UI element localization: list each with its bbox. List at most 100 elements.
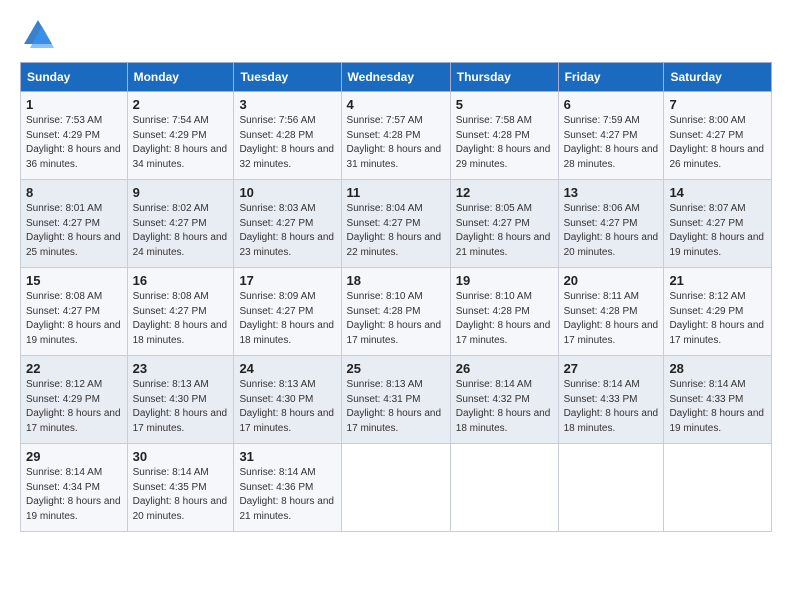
sunrise-label: Sunrise: 8:12 AM [26, 379, 102, 390]
day-info: Sunrise: 8:06 AM Sunset: 4:27 PM Dayligh… [564, 202, 659, 260]
sunrise-label: Sunrise: 8:14 AM [239, 467, 315, 478]
daylight-label: Daylight: 8 hours and 21 minutes. [456, 232, 551, 258]
day-info: Sunrise: 8:14 AM Sunset: 4:36 PM Dayligh… [239, 466, 335, 524]
day-info: Sunrise: 8:14 AM Sunset: 4:35 PM Dayligh… [133, 466, 229, 524]
daylight-label: Daylight: 8 hours and 17 minutes. [347, 320, 442, 346]
day-info: Sunrise: 7:58 AM Sunset: 4:28 PM Dayligh… [456, 114, 553, 172]
day-number: 5 [456, 97, 553, 112]
col-header-wednesday: Wednesday [341, 63, 450, 92]
sunrise-label: Sunrise: 8:14 AM [133, 467, 209, 478]
sunset-label: Sunset: 4:27 PM [133, 218, 207, 229]
daylight-label: Daylight: 8 hours and 24 minutes. [133, 232, 228, 258]
sunrise-label: Sunrise: 8:04 AM [347, 203, 423, 214]
sunrise-label: Sunrise: 8:06 AM [564, 203, 640, 214]
day-info: Sunrise: 8:08 AM Sunset: 4:27 PM Dayligh… [26, 290, 122, 348]
day-info: Sunrise: 8:10 AM Sunset: 4:28 PM Dayligh… [347, 290, 445, 348]
sunrise-label: Sunrise: 8:08 AM [26, 291, 102, 302]
day-info: Sunrise: 7:56 AM Sunset: 4:28 PM Dayligh… [239, 114, 335, 172]
day-info: Sunrise: 8:09 AM Sunset: 4:27 PM Dayligh… [239, 290, 335, 348]
day-number: 15 [26, 273, 122, 288]
day-info: Sunrise: 8:04 AM Sunset: 4:27 PM Dayligh… [347, 202, 445, 260]
day-info: Sunrise: 7:54 AM Sunset: 4:29 PM Dayligh… [133, 114, 229, 172]
sunrise-label: Sunrise: 8:08 AM [133, 291, 209, 302]
sunset-label: Sunset: 4:28 PM [564, 306, 638, 317]
calendar-week-4: 22 Sunrise: 8:12 AM Sunset: 4:29 PM Dayl… [21, 356, 772, 444]
calendar-cell: 4 Sunrise: 7:57 AM Sunset: 4:28 PM Dayli… [341, 92, 450, 180]
day-number: 25 [347, 361, 445, 376]
daylight-label: Daylight: 8 hours and 19 minutes. [26, 320, 121, 346]
sunset-label: Sunset: 4:27 PM [347, 218, 421, 229]
daylight-label: Daylight: 8 hours and 29 minutes. [456, 144, 551, 170]
day-info: Sunrise: 7:53 AM Sunset: 4:29 PM Dayligh… [26, 114, 122, 172]
calendar-cell: 23 Sunrise: 8:13 AM Sunset: 4:30 PM Dayl… [127, 356, 234, 444]
sunset-label: Sunset: 4:28 PM [347, 130, 421, 141]
daylight-label: Daylight: 8 hours and 20 minutes. [133, 496, 228, 522]
day-number: 3 [239, 97, 335, 112]
sunset-label: Sunset: 4:34 PM [26, 482, 100, 493]
sunset-label: Sunset: 4:27 PM [564, 218, 638, 229]
sunset-label: Sunset: 4:29 PM [26, 130, 100, 141]
day-info: Sunrise: 8:00 AM Sunset: 4:27 PM Dayligh… [669, 114, 766, 172]
day-number: 2 [133, 97, 229, 112]
day-number: 21 [669, 273, 766, 288]
day-number: 28 [669, 361, 766, 376]
sunrise-label: Sunrise: 7:58 AM [456, 115, 532, 126]
calendar-cell: 24 Sunrise: 8:13 AM Sunset: 4:30 PM Dayl… [234, 356, 341, 444]
sunrise-label: Sunrise: 8:00 AM [669, 115, 745, 126]
day-number: 8 [26, 185, 122, 200]
sunrise-label: Sunrise: 8:14 AM [564, 379, 640, 390]
day-number: 1 [26, 97, 122, 112]
sunset-label: Sunset: 4:35 PM [133, 482, 207, 493]
daylight-label: Daylight: 8 hours and 17 minutes. [239, 408, 334, 434]
calendar-table: SundayMondayTuesdayWednesdayThursdayFrid… [20, 62, 772, 532]
sunset-label: Sunset: 4:27 PM [26, 218, 100, 229]
sunset-label: Sunset: 4:33 PM [564, 394, 638, 405]
daylight-label: Daylight: 8 hours and 17 minutes. [347, 408, 442, 434]
sunrise-label: Sunrise: 8:05 AM [456, 203, 532, 214]
calendar-cell: 27 Sunrise: 8:14 AM Sunset: 4:33 PM Dayl… [558, 356, 664, 444]
calendar-week-2: 8 Sunrise: 8:01 AM Sunset: 4:27 PM Dayli… [21, 180, 772, 268]
sunset-label: Sunset: 4:33 PM [669, 394, 743, 405]
sunrise-label: Sunrise: 7:56 AM [239, 115, 315, 126]
calendar-cell: 30 Sunrise: 8:14 AM Sunset: 4:35 PM Dayl… [127, 444, 234, 532]
daylight-label: Daylight: 8 hours and 18 minutes. [456, 408, 551, 434]
col-header-sunday: Sunday [21, 63, 128, 92]
col-header-thursday: Thursday [450, 63, 558, 92]
calendar-cell: 5 Sunrise: 7:58 AM Sunset: 4:28 PM Dayli… [450, 92, 558, 180]
day-number: 14 [669, 185, 766, 200]
calendar-header-row: SundayMondayTuesdayWednesdayThursdayFrid… [21, 63, 772, 92]
sunrise-label: Sunrise: 8:13 AM [239, 379, 315, 390]
sunrise-label: Sunrise: 8:10 AM [347, 291, 423, 302]
sunrise-label: Sunrise: 8:03 AM [239, 203, 315, 214]
day-info: Sunrise: 7:59 AM Sunset: 4:27 PM Dayligh… [564, 114, 659, 172]
calendar-cell: 21 Sunrise: 8:12 AM Sunset: 4:29 PM Dayl… [664, 268, 772, 356]
daylight-label: Daylight: 8 hours and 23 minutes. [239, 232, 334, 258]
day-number: 9 [133, 185, 229, 200]
calendar-cell: 7 Sunrise: 8:00 AM Sunset: 4:27 PM Dayli… [664, 92, 772, 180]
calendar-cell [341, 444, 450, 532]
sunrise-label: Sunrise: 7:59 AM [564, 115, 640, 126]
day-number: 20 [564, 273, 659, 288]
day-info: Sunrise: 8:13 AM Sunset: 4:30 PM Dayligh… [133, 378, 229, 436]
sunrise-label: Sunrise: 8:01 AM [26, 203, 102, 214]
sunset-label: Sunset: 4:27 PM [133, 306, 207, 317]
sunrise-label: Sunrise: 8:14 AM [669, 379, 745, 390]
daylight-label: Daylight: 8 hours and 28 minutes. [564, 144, 659, 170]
sunset-label: Sunset: 4:27 PM [669, 218, 743, 229]
calendar-cell: 16 Sunrise: 8:08 AM Sunset: 4:27 PM Dayl… [127, 268, 234, 356]
day-info: Sunrise: 8:13 AM Sunset: 4:30 PM Dayligh… [239, 378, 335, 436]
day-info: Sunrise: 8:02 AM Sunset: 4:27 PM Dayligh… [133, 202, 229, 260]
calendar-cell: 17 Sunrise: 8:09 AM Sunset: 4:27 PM Dayl… [234, 268, 341, 356]
sunset-label: Sunset: 4:27 PM [456, 218, 530, 229]
day-info: Sunrise: 8:14 AM Sunset: 4:33 PM Dayligh… [669, 378, 766, 436]
sunset-label: Sunset: 4:36 PM [239, 482, 313, 493]
calendar-cell: 3 Sunrise: 7:56 AM Sunset: 4:28 PM Dayli… [234, 92, 341, 180]
daylight-label: Daylight: 8 hours and 20 minutes. [564, 232, 659, 258]
day-number: 29 [26, 449, 122, 464]
calendar-week-3: 15 Sunrise: 8:08 AM Sunset: 4:27 PM Dayl… [21, 268, 772, 356]
sunset-label: Sunset: 4:27 PM [26, 306, 100, 317]
sunrise-label: Sunrise: 8:09 AM [239, 291, 315, 302]
daylight-label: Daylight: 8 hours and 25 minutes. [26, 232, 121, 258]
calendar-week-1: 1 Sunrise: 7:53 AM Sunset: 4:29 PM Dayli… [21, 92, 772, 180]
day-info: Sunrise: 8:12 AM Sunset: 4:29 PM Dayligh… [669, 290, 766, 348]
